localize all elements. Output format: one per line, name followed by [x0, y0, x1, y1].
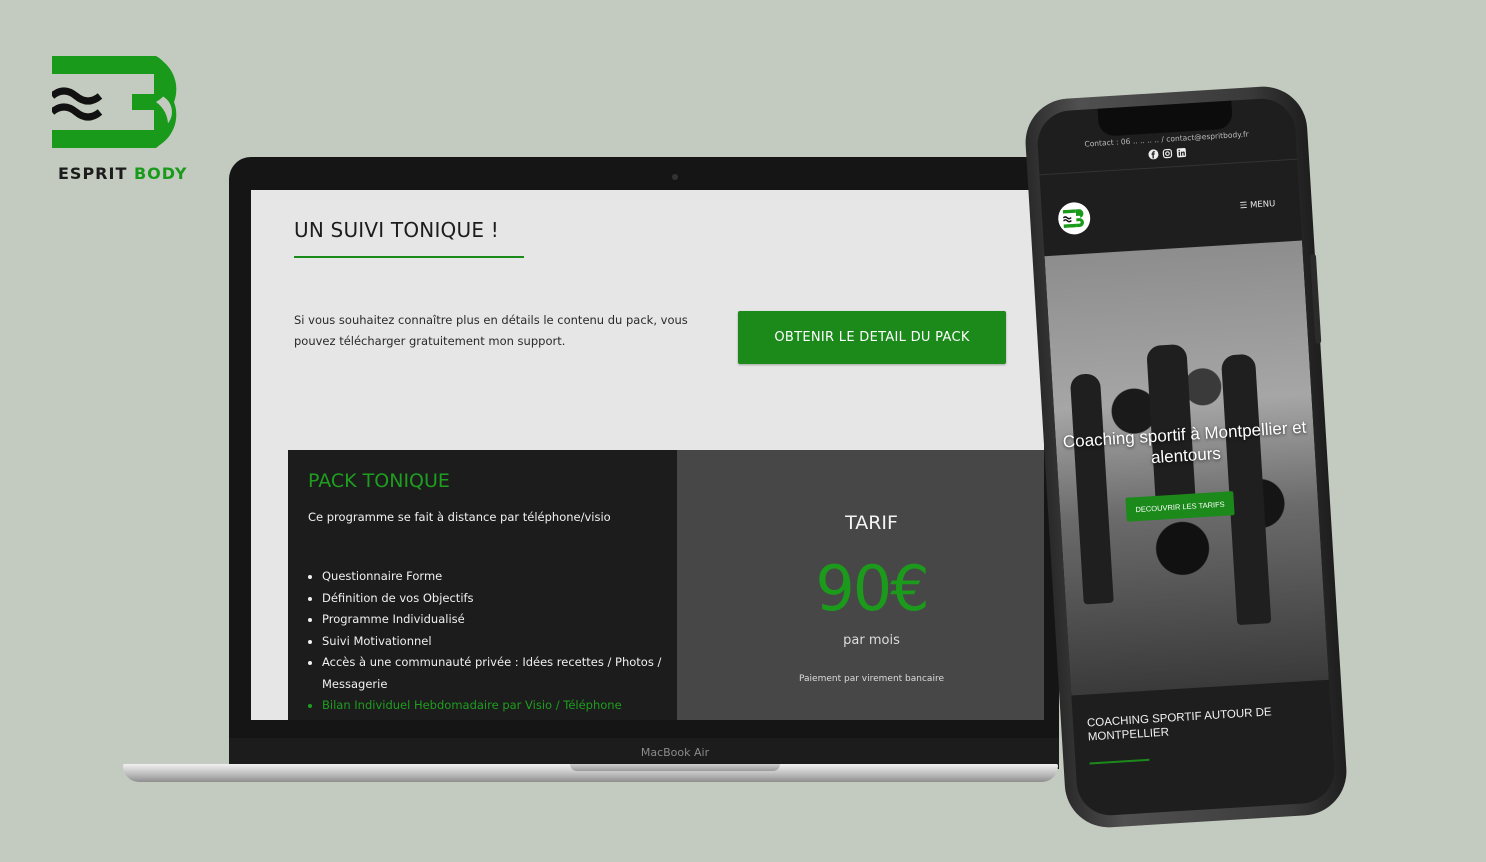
brand-name-part1: ESPRIT — [58, 164, 128, 183]
payment-note: Paiement par virement bancaire — [799, 674, 944, 684]
pack-feature-list: Questionnaire Forme Définition de vos Ob… — [308, 566, 682, 717]
menu-button[interactable]: ☰ MENU — [1239, 199, 1275, 211]
section-divider — [1089, 758, 1150, 765]
list-item: Suivi Motivationnel — [322, 631, 682, 653]
linkedin-icon[interactable] — [1176, 147, 1187, 158]
brand-name-part2: BODY — [133, 164, 188, 183]
hamburger-icon: ☰ — [1239, 200, 1248, 212]
price-value: 90€ — [815, 552, 929, 625]
discover-prices-button[interactable]: DECOUVRIR LES TARIFS — [1125, 491, 1235, 522]
list-item: Définition de vos Objectifs — [322, 588, 682, 610]
price-period: par mois — [843, 633, 900, 648]
tarif-label: TARIF — [845, 512, 898, 534]
phone-device: Contact : 06 .. .. .. .. / contact@espri… — [1022, 84, 1350, 830]
list-item: Questionnaire Forme — [322, 566, 682, 588]
hero-person — [1220, 353, 1272, 626]
phone-side-button — [1309, 253, 1322, 344]
phone-screen: Contact : 06 .. .. .. .. / contact@espri… — [1035, 96, 1337, 818]
header-divider — [1039, 158, 1298, 176]
download-pack-button[interactable]: OBTENIR LE DETAIL DU PACK — [738, 311, 1006, 364]
pack-title: PACK TONIQUE — [308, 470, 450, 492]
instagram-icon[interactable] — [1162, 148, 1173, 159]
social-links — [1142, 147, 1193, 160]
tarif-panel: TARIF 90€ par mois Paiement par virement… — [677, 450, 1044, 720]
laptop-screen: UN SUIVI TONIQUE ! Si vous souhaitez con… — [251, 190, 1044, 720]
list-item: Accès à une communauté privée : Idées re… — [322, 652, 682, 695]
laptop-camera — [672, 174, 678, 180]
hero-image: Coaching sportif à Montpellier et alento… — [1044, 240, 1329, 696]
laptop-model-label: MacBook Air — [640, 746, 710, 759]
brand-logo: ESPRIT BODY — [52, 56, 212, 186]
brand-name: ESPRIT BODY — [58, 164, 187, 183]
section-title: UN SUIVI TONIQUE ! — [294, 218, 499, 242]
menu-label: MENU — [1249, 199, 1276, 211]
laptop-hinge-notch — [570, 764, 780, 771]
phone-site-logo[interactable] — [1057, 201, 1092, 236]
brand-mark-icon — [1062, 209, 1084, 229]
intro-text: Si vous souhaitez connaître plus en déta… — [294, 313, 688, 348]
list-item-highlight: Bilan Individuel Hebdomadaire par Visio … — [322, 695, 682, 717]
hero-person — [1069, 373, 1114, 605]
title-divider — [294, 256, 524, 258]
list-item: Programme Individualisé — [322, 609, 682, 631]
pack-panel: PACK TONIQUE Ce programme se fait à dist… — [288, 450, 677, 720]
phone-section-title: COACHING SPORTIF AUTOUR DE MONTPELLIER — [1086, 706, 1272, 744]
facebook-icon[interactable] — [1148, 149, 1159, 160]
brand-mark-icon — [52, 56, 177, 148]
pack-subtitle: Ce programme se fait à distance par télé… — [308, 510, 611, 524]
